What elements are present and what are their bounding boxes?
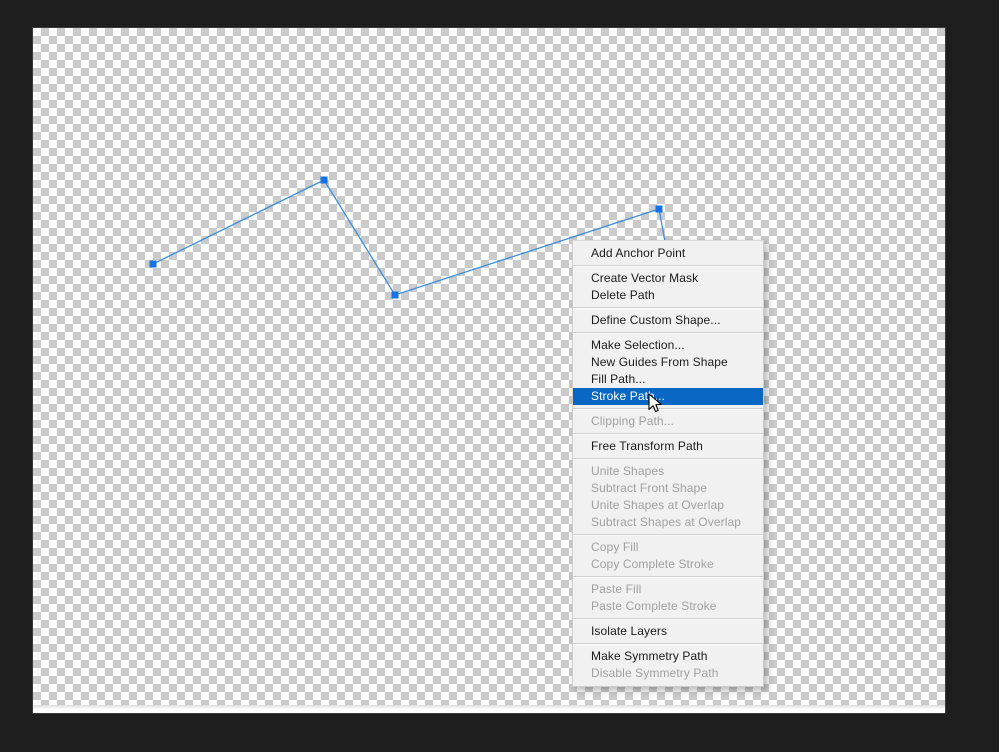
menu-separator xyxy=(573,534,763,536)
menu-item-free-transform-path[interactable]: Free Transform Path xyxy=(573,438,763,455)
menu-group: Add Anchor Point xyxy=(573,245,763,262)
document-canvas[interactable] xyxy=(33,28,945,713)
menu-separator xyxy=(573,433,763,435)
menu-item-copy-fill: Copy Fill xyxy=(591,540,639,554)
menu-separator xyxy=(573,408,763,410)
menu-group: Define Custom Shape... xyxy=(573,312,763,329)
menu-group: Copy Fill Copy Complete Stroke xyxy=(573,539,763,573)
path-context-menu[interactable]: Add Anchor Point Create Vector Mask Delete… xyxy=(572,240,764,687)
menu-item-add-anchor-point[interactable]: Add Anchor Point xyxy=(573,245,763,262)
menu-separator xyxy=(573,643,763,645)
menu-item-clipping-path: Clipping Path... xyxy=(591,414,674,428)
menu-item-copy-complete-stroke: Copy Complete Stroke xyxy=(591,557,714,571)
menu-item-define-custom-shape[interactable]: Define Custom Shape... xyxy=(573,312,763,329)
menu-separator xyxy=(573,307,763,309)
menu-item-fill-path[interactable]: Fill Path... xyxy=(573,371,763,388)
canvas-edge-shadow xyxy=(33,705,945,709)
menu-item-new-guides-from-shape[interactable]: New Guides From Shape xyxy=(573,354,763,371)
menu-item-isolate-layers[interactable]: Isolate Layers xyxy=(573,623,763,640)
menu-group: Make Selection... New Guides From Shape Fi… xyxy=(573,337,763,405)
menu-item-stroke-path[interactable]: Stroke Path... xyxy=(573,388,763,405)
menu-item-subtract-front-shape: Subtract Front Shape xyxy=(591,481,708,495)
menu-item-create-vector-mask[interactable]: Create Vector Mask xyxy=(573,270,763,287)
menu-item-unite-shapes-at-overlap: Unite Shapes at Overlap xyxy=(591,498,725,512)
menu-item-make-selection[interactable]: Make Selection... xyxy=(573,337,763,354)
menu-group: Free Transform Path xyxy=(573,438,763,455)
application-window: Add Anchor Point Create Vector Mask Delete… xyxy=(0,0,999,752)
menu-group: Clipping Path... xyxy=(573,413,763,430)
menu-group: Unite Shapes Subtract Front Shape Unite Sh… xyxy=(573,463,763,531)
menu-group: Paste Fill Paste Complete Stroke xyxy=(573,581,763,615)
menu-item-unite-shapes: Unite Shapes xyxy=(591,464,665,478)
menu-item-delete-path[interactable]: Delete Path xyxy=(573,287,763,304)
menu-separator xyxy=(573,265,763,267)
menu-item-subtract-shapes-at-overlap: Subtract Shapes at Overlap xyxy=(591,515,742,529)
menu-item-make-symmetry-path[interactable]: Make Symmetry Path xyxy=(573,648,763,665)
menu-item-paste-fill: Paste Fill xyxy=(591,582,642,596)
canvas-bottom-edge xyxy=(33,705,945,713)
menu-separator xyxy=(573,618,763,620)
menu-separator xyxy=(573,332,763,334)
menu-group: Isolate Layers xyxy=(573,623,763,640)
menu-separator xyxy=(573,576,763,578)
menu-separator xyxy=(573,458,763,460)
transparency-checkerboard xyxy=(33,28,945,705)
menu-group: Create Vector Mask Delete Path xyxy=(573,270,763,304)
menu-item-paste-complete-stroke: Paste Complete Stroke xyxy=(591,599,717,613)
menu-group: Make Symmetry Path Disable Symmetry Path xyxy=(573,648,763,682)
menu-item-disable-symmetry-path: Disable Symmetry Path xyxy=(591,666,719,680)
